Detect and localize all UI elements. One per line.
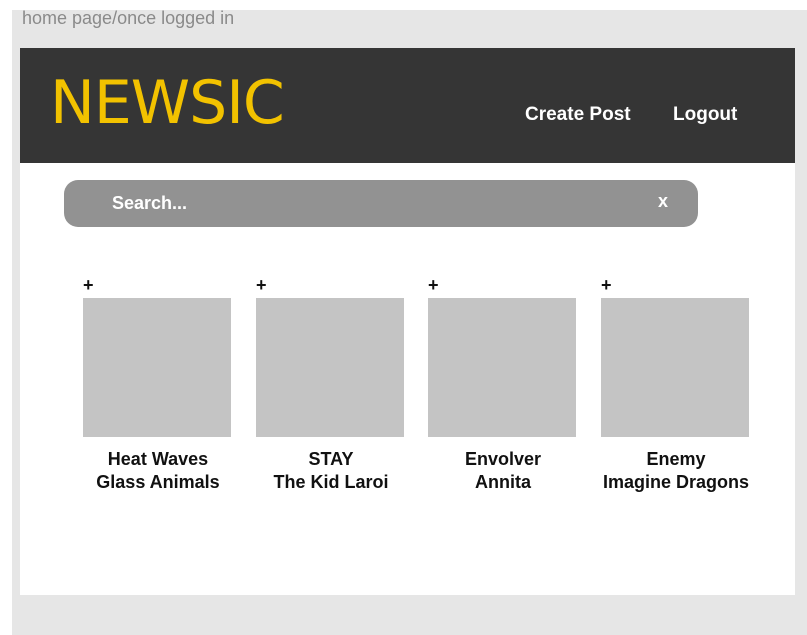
create-post-link[interactable]: Create Post	[525, 104, 631, 126]
navbar: NEWSIC Create Post Logout	[20, 48, 795, 163]
add-song-button[interactable]: +	[83, 276, 94, 294]
add-song-button[interactable]: +	[256, 276, 267, 294]
song-info: STAY The Kid Laroi	[236, 448, 426, 494]
album-art-placeholder[interactable]	[601, 298, 749, 437]
song-title: Envolver	[464, 449, 542, 469]
home-page-frame: NEWSIC Create Post Logout x + Heat Waves…	[20, 48, 795, 595]
song-artist: Glass Animals	[96, 472, 220, 492]
album-art-placeholder[interactable]	[428, 298, 576, 437]
add-song-button[interactable]: +	[428, 276, 439, 294]
song-info: Envolver Annita	[408, 448, 598, 494]
logout-link[interactable]: Logout	[673, 104, 737, 126]
frame-label: home page/once logged in	[22, 8, 235, 28]
song-title: STAY	[308, 449, 354, 469]
search-bar: x	[64, 180, 698, 227]
song-title: Enemy	[646, 449, 706, 469]
logo[interactable]: NEWSIC	[50, 70, 285, 136]
song-info: Heat Waves Glass Animals	[63, 448, 253, 494]
search-input[interactable]	[112, 180, 632, 227]
song-artist: Imagine Dragons	[602, 472, 750, 492]
album-art-placeholder[interactable]	[83, 298, 231, 437]
song-artist: The Kid Laroi	[273, 472, 389, 492]
song-title: Heat Waves	[107, 449, 209, 469]
add-song-button[interactable]: +	[601, 276, 612, 294]
song-info: Enemy Imagine Dragons	[581, 448, 771, 494]
album-art-placeholder[interactable]	[256, 298, 404, 437]
clear-search-button[interactable]: x	[658, 191, 668, 212]
song-artist: Annita	[475, 472, 531, 492]
